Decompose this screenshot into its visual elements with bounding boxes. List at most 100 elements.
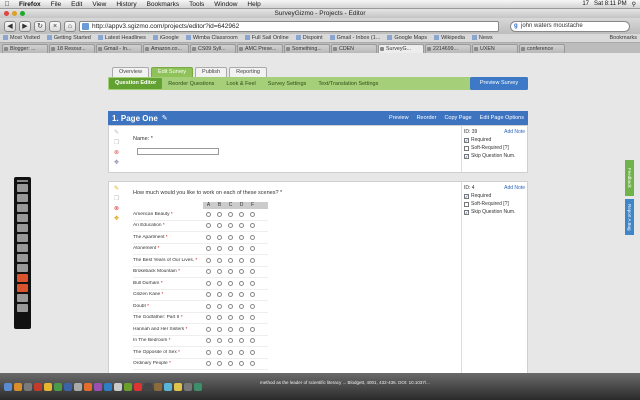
subnav-look-feel[interactable]: Look & Feel [220, 81, 261, 87]
tab-reporting[interactable]: Reporting [229, 67, 267, 77]
bookmark-item[interactable]: Gmail - Inbox (1... [330, 35, 381, 41]
radio-button[interactable] [250, 315, 255, 321]
radio-button[interactable] [217, 338, 222, 344]
soft-required-checkbox[interactable] [464, 145, 469, 151]
browser-tab[interactable]: AMC Prese... [237, 44, 283, 53]
bookmark-item[interactable]: Dispoint [296, 35, 323, 41]
radio-button[interactable] [228, 349, 233, 355]
dock-app-icon[interactable] [14, 382, 22, 391]
radio-button[interactable] [217, 349, 222, 355]
radio-button[interactable] [239, 315, 244, 321]
radio-button[interactable] [206, 315, 211, 321]
browser-tab[interactable]: 2214699... [425, 44, 471, 53]
dock-app-icon[interactable] [194, 382, 202, 391]
required-checkbox[interactable]: ✓ [464, 137, 469, 143]
home-button[interactable]: ⌂ [64, 20, 76, 32]
preview-link[interactable]: Preview [389, 115, 409, 121]
radio-button[interactable] [228, 257, 233, 263]
radio-button[interactable] [217, 303, 222, 309]
forward-button[interactable]: ▶ [19, 20, 31, 32]
radio-button[interactable] [217, 326, 222, 332]
delete-icon[interactable]: ⊗ [113, 206, 120, 213]
bookmark-item[interactable]: Google Maps [387, 35, 427, 41]
radio-button[interactable] [217, 315, 222, 321]
browser-tab[interactable]: CDEN [331, 44, 377, 53]
radio-button[interactable] [250, 326, 255, 332]
reorder-link[interactable]: Reorder [417, 115, 437, 121]
radio-button[interactable] [239, 211, 244, 217]
clock[interactable]: Sat 8:11 PM [594, 1, 627, 7]
radio-button[interactable] [250, 361, 255, 367]
dock-app-icon[interactable] [134, 382, 142, 391]
radio-button[interactable] [250, 234, 255, 240]
menu-firefox[interactable]: Firefox [14, 1, 46, 8]
move-icon[interactable]: ✥ [113, 216, 120, 223]
radio-button[interactable] [250, 246, 255, 252]
radio-button[interactable] [228, 234, 233, 240]
spotlight-icon[interactable]: ⚲ [632, 1, 636, 8]
radio-button[interactable] [239, 349, 244, 355]
browser-tab[interactable]: UXEN [472, 44, 518, 53]
radio-button[interactable] [239, 338, 244, 344]
radio-button[interactable] [206, 246, 211, 252]
radio-button[interactable] [217, 292, 222, 298]
dock-app-icon[interactable] [144, 382, 152, 391]
dock-app-icon[interactable] [124, 382, 132, 391]
radio-button[interactable] [206, 211, 211, 217]
dock-app-icon[interactable] [174, 382, 182, 391]
radio-button[interactable] [217, 361, 222, 367]
radio-button[interactable] [250, 223, 255, 229]
bookmark-item[interactable]: Latest Headlines [98, 35, 146, 41]
radio-button[interactable] [239, 269, 244, 275]
toolbar-grip[interactable] [17, 180, 28, 182]
browser-tab[interactable]: Something... [284, 44, 330, 53]
radio-button[interactable] [217, 280, 222, 286]
bookmark-item[interactable]: Wikipedia [434, 35, 465, 41]
tool-icon[interactable] [17, 294, 28, 302]
dock-app-icon[interactable] [84, 382, 92, 391]
radio-button[interactable] [239, 292, 244, 298]
edit-page-options-link[interactable]: Edit Page Options [480, 115, 524, 121]
browser-tab[interactable]: 18 Resour... [49, 44, 95, 53]
radio-button[interactable] [250, 280, 255, 286]
dock-app-icon[interactable] [24, 382, 32, 391]
bookmark-item[interactable]: News [472, 35, 493, 41]
radio-button[interactable] [206, 326, 211, 332]
radio-button[interactable] [217, 234, 222, 240]
menu-help[interactable]: Help [242, 1, 265, 8]
tab-publish[interactable]: Publish [195, 67, 228, 77]
radio-button[interactable] [250, 303, 255, 309]
radio-button[interactable] [228, 280, 233, 286]
zoom-window-icon[interactable] [20, 11, 25, 16]
radio-button[interactable] [217, 246, 222, 252]
radio-button[interactable] [228, 361, 233, 367]
radio-button[interactable] [206, 292, 211, 298]
dock-app-icon[interactable] [4, 382, 12, 391]
tool-icon[interactable] [17, 224, 28, 232]
dock-app-icon[interactable] [74, 382, 82, 391]
radio-button[interactable] [250, 211, 255, 217]
dock-app-icon[interactable] [34, 382, 42, 391]
tab-overview[interactable]: Overview [112, 67, 149, 77]
move-icon[interactable]: ✥ [113, 160, 120, 167]
browser-tab[interactable]: Blogger: ... [2, 44, 48, 53]
radio-button[interactable] [250, 292, 255, 298]
menu-file[interactable]: File [46, 1, 66, 8]
radio-button[interactable] [217, 257, 222, 263]
url-bar[interactable]: http://appv3.sgizmo.com/projects/editor?… [79, 20, 499, 32]
tool-icon[interactable] [17, 254, 28, 262]
bookmark-item[interactable]: Getting Started [47, 35, 91, 41]
bookmarks-menu[interactable]: Bookmarks [609, 35, 637, 41]
menu-window[interactable]: Window [209, 1, 242, 8]
add-note-link[interactable]: Add Note [504, 185, 525, 191]
feedback-tab[interactable]: Feedback [625, 160, 634, 196]
radio-button[interactable] [217, 211, 222, 217]
required-checkbox[interactable]: ✓ [464, 193, 469, 199]
subnav-survey-settings[interactable]: Survey Settings [262, 81, 313, 87]
dock-app-icon[interactable] [164, 382, 172, 391]
radio-button[interactable] [217, 269, 222, 275]
radio-button[interactable] [228, 246, 233, 252]
search-bar[interactable]: g john waters moustache [510, 20, 630, 32]
radio-button[interactable] [206, 349, 211, 355]
copy-page-link[interactable]: Copy Page [444, 115, 471, 121]
